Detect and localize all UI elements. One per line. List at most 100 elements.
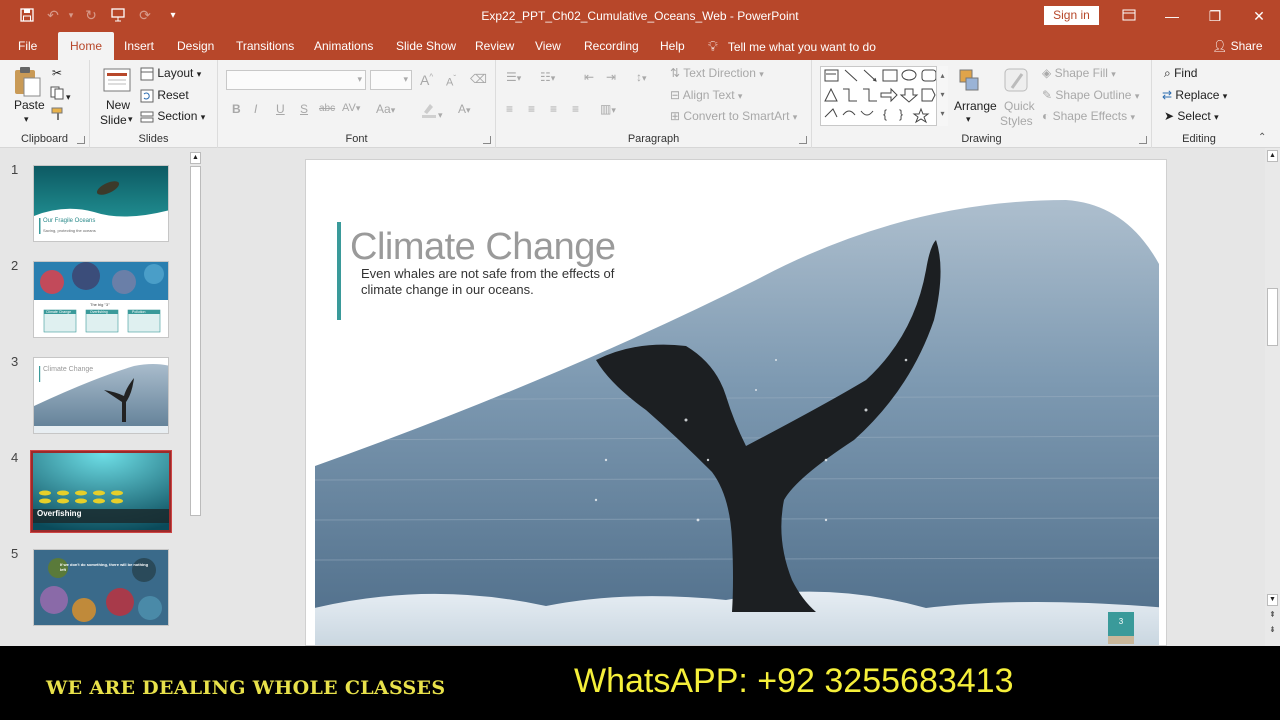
italic-button[interactable]: I [254, 102, 257, 116]
undo-icon[interactable]: ↶ [44, 6, 62, 24]
select-button[interactable]: ➤ Select ▾ [1164, 109, 1219, 123]
copy-icon[interactable]: ▾ [50, 86, 71, 103]
tab-home[interactable]: Home [58, 32, 115, 60]
tab-recording[interactable]: Recording [584, 32, 639, 60]
format-painter-icon[interactable] [50, 106, 66, 125]
customize-toolbar-icon[interactable]: ▾ [164, 6, 182, 24]
new-slide-label-2[interactable]: Slide [100, 113, 127, 127]
slide-subtitle[interactable]: Even whales are not safe from the effect… [361, 266, 614, 298]
increase-indent-icon[interactable]: ⇥ [606, 70, 616, 84]
align-right-icon[interactable]: ≡ [550, 102, 557, 116]
new-slide-icon[interactable] [102, 66, 132, 99]
bold-button[interactable]: B [232, 102, 241, 116]
grow-font-icon[interactable]: A^ [420, 72, 433, 88]
numbering-icon[interactable]: ☷▾ [540, 70, 555, 84]
paragraph-launcher-icon[interactable] [799, 136, 807, 144]
close-icon[interactable]: ✕ [1249, 6, 1269, 26]
editor-scrollbar[interactable]: ▲ ▼ ⇞ ⇟ [1265, 148, 1280, 646]
font-size-combobox[interactable]: ▾ [370, 70, 412, 90]
slide-thumbnail-5[interactable]: If we don't do something, there will be … [33, 549, 169, 626]
collapse-ribbon-icon[interactable]: ⌃ [1258, 132, 1266, 143]
tab-file[interactable]: File [18, 32, 37, 60]
replace-button[interactable]: ⇄ Replace ▾ [1162, 88, 1227, 102]
editor-scroll-thumb[interactable] [1267, 288, 1278, 346]
character-spacing-button[interactable]: AV▾ [342, 102, 360, 114]
line-spacing-icon[interactable]: ↕▾ [636, 70, 647, 84]
paste-button[interactable] [12, 66, 42, 101]
slide-canvas[interactable]: Climate Change Even whales are not safe … [305, 159, 1167, 646]
arrange-icon[interactable] [954, 66, 984, 99]
sign-in-button[interactable]: Sign in [1044, 6, 1099, 25]
reset-button[interactable]: Reset [140, 88, 189, 103]
font-color-icon[interactable]: A▾ [458, 102, 471, 116]
thumbnail-scroll-thumb[interactable] [190, 166, 201, 516]
undo-dropdown-icon[interactable]: ▾ [62, 6, 80, 24]
shapes-gallery-scroll[interactable]: ▴ ▾ ▾ [936, 66, 948, 126]
change-case-button[interactable]: Aa▾ [376, 102, 395, 116]
arrange-label[interactable]: Arrange [954, 99, 997, 113]
clear-formatting-icon[interactable]: ⌫ [470, 72, 487, 86]
text-shadow-button[interactable]: S [300, 102, 308, 116]
paste-label[interactable]: Paste [14, 98, 45, 112]
tab-help[interactable]: Help [660, 32, 685, 60]
justify-icon[interactable]: ≡ [572, 102, 579, 116]
shape-fill-button[interactable]: ◈ Shape Fill ▾ [1042, 66, 1116, 80]
slide-thumbnail-1[interactable]: Our Fragile Oceans Saving, protecting th… [33, 165, 169, 242]
new-slide-dropdown-icon[interactable]: ▾ [128, 114, 133, 125]
layout-button[interactable]: Layout ▾ [140, 66, 201, 81]
new-slide-label-1[interactable]: New [106, 98, 130, 112]
slide-title[interactable]: Climate Change [350, 226, 616, 269]
share-button[interactable]: 👤︎ Share [1212, 32, 1263, 60]
paste-dropdown-icon[interactable]: ▾ [24, 114, 29, 125]
quick-styles-icon[interactable] [1002, 66, 1032, 99]
bullets-icon[interactable]: ☰▾ [506, 70, 521, 84]
clipboard-launcher-icon[interactable] [77, 136, 85, 144]
font-launcher-icon[interactable] [483, 136, 491, 144]
previous-slide-icon[interactable]: ⇞ [1267, 610, 1278, 622]
align-text-button[interactable]: ⊟ Align Text ▾ [670, 88, 742, 102]
redo-icon[interactable]: ↻ [82, 6, 100, 24]
find-button[interactable]: ⌕ Find [1164, 66, 1197, 81]
tab-review[interactable]: Review [475, 32, 514, 60]
shrink-font-icon[interactable]: Aˇ [446, 74, 456, 89]
tab-design[interactable]: Design [177, 32, 214, 60]
tab-animations[interactable]: Animations [314, 32, 373, 60]
section-button[interactable]: Section ▾ [140, 109, 205, 124]
quick-styles-label-1[interactable]: Quick [1004, 99, 1035, 113]
font-name-combobox[interactable]: ▾ [226, 70, 366, 90]
highlight-color-icon[interactable]: ▾ [420, 100, 443, 121]
align-center-icon[interactable]: ≡ [528, 102, 535, 116]
arrange-dropdown-icon[interactable]: ▾ [966, 114, 971, 125]
text-direction-button[interactable]: ⇅ Text Direction ▾ [670, 66, 764, 80]
tab-view[interactable]: View [535, 32, 561, 60]
thumbnail-scrollbar[interactable]: ▲ [188, 150, 203, 646]
next-slide-icon[interactable]: ⇟ [1267, 625, 1278, 637]
cut-icon[interactable]: ✂ [52, 66, 62, 80]
editor-scroll-down-icon[interactable]: ▼ [1267, 594, 1278, 606]
tab-insert[interactable]: Insert [124, 32, 154, 60]
drawing-launcher-icon[interactable] [1139, 136, 1147, 144]
present-icon[interactable] [109, 6, 127, 24]
tab-transitions[interactable]: Transitions [236, 32, 294, 60]
slide-thumbnail-2[interactable]: The big "3" Climate Change Overfishing P… [33, 261, 169, 338]
tab-slide-show[interactable]: Slide Show [396, 32, 456, 60]
slide-thumbnail-4[interactable]: Overfishing [30, 450, 172, 533]
quick-styles-label-2[interactable]: Styles [1000, 114, 1033, 128]
save-icon[interactable] [18, 6, 36, 24]
scroll-up-icon[interactable]: ▲ [190, 152, 201, 164]
convert-smartart-button[interactable]: ⊞ Convert to SmartArt ▾ [670, 109, 797, 123]
editor-scroll-up-icon[interactable]: ▲ [1267, 150, 1278, 162]
columns-icon[interactable]: ▥▾ [600, 102, 616, 116]
align-left-icon[interactable]: ≡ [506, 102, 513, 116]
slide-thumbnail-3[interactable]: Climate Change [33, 357, 169, 434]
shape-effects-button[interactable]: ◐ Shape Effects ▾ [1042, 109, 1135, 123]
decrease-indent-icon[interactable]: ⇤ [584, 70, 594, 84]
tell-me-search[interactable]: 💡︎ Tell me what you want to do [708, 32, 876, 60]
shapes-gallery[interactable]: { } [820, 66, 948, 126]
strikethrough-button[interactable]: abc [319, 103, 335, 114]
ribbon-display-icon[interactable] [1119, 6, 1139, 26]
minimize-icon[interactable]: — [1162, 6, 1182, 26]
shape-outline-button[interactable]: ✎ Shape Outline ▾ [1042, 88, 1139, 102]
repeat-icon[interactable]: ⟳ [136, 6, 154, 24]
underline-button[interactable]: U [276, 102, 285, 116]
